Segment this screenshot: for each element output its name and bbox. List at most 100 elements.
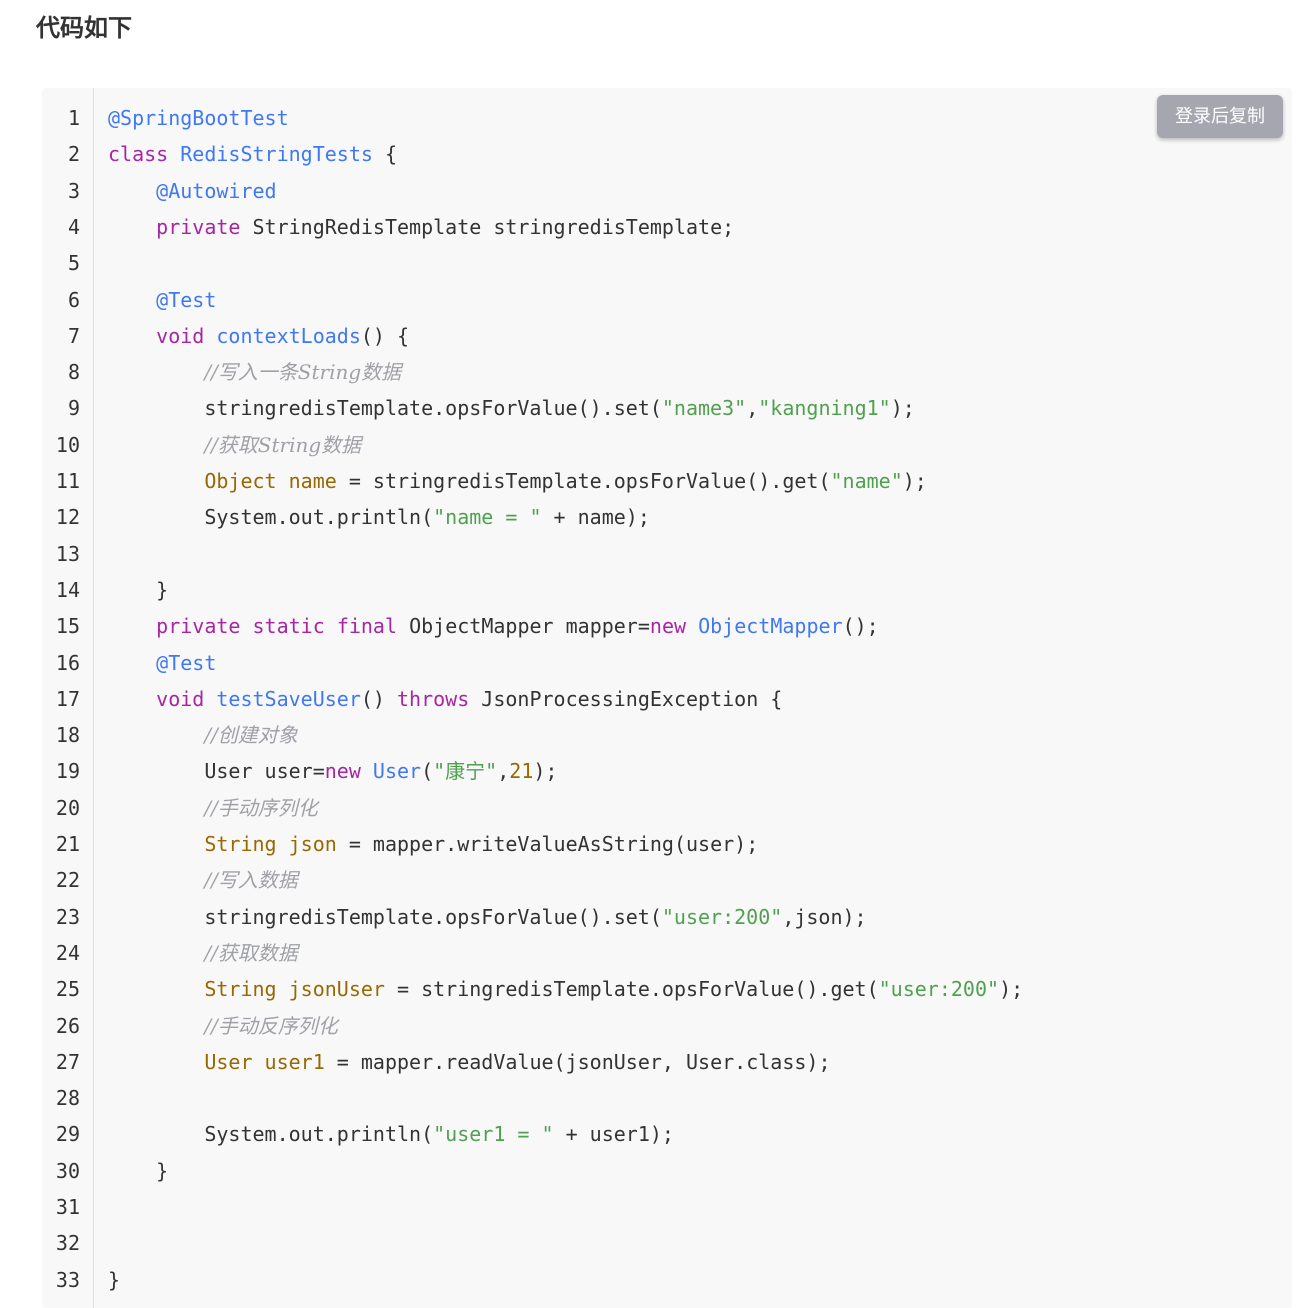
code-token: private bbox=[156, 614, 241, 639]
code-token: "name" bbox=[830, 469, 903, 493]
code-token: ); bbox=[533, 759, 558, 784]
line-number: 10 bbox=[55, 432, 80, 457]
code-line: } bbox=[108, 1153, 168, 1189]
line-number: 32 bbox=[55, 1231, 80, 1256]
code-token: //获取String数据 bbox=[204, 432, 362, 457]
code-token: System.out.println( bbox=[108, 1122, 434, 1147]
code-token: //创建对象 bbox=[204, 723, 298, 748]
code-token: //写入数据 bbox=[204, 868, 298, 893]
line-number: 17 bbox=[55, 686, 80, 711]
code-token: ); bbox=[902, 469, 927, 493]
code-token: () bbox=[360, 686, 398, 711]
line-number: 2 bbox=[67, 142, 80, 167]
code-token: + user1); bbox=[553, 1122, 674, 1147]
code-token: "user:200" bbox=[661, 904, 783, 929]
copy-code-button[interactable]: 登录后复制 bbox=[1157, 95, 1283, 138]
line-number: 1 bbox=[67, 106, 80, 130]
code-token: ); bbox=[890, 396, 915, 421]
code-line: String jsonUser = stringredisTemplate.op… bbox=[108, 971, 1023, 1007]
code-token: //写入一条String数据 bbox=[204, 360, 402, 385]
code-token: Object bbox=[204, 469, 277, 493]
code-token: } bbox=[108, 1267, 121, 1292]
line-number: 28 bbox=[55, 1086, 80, 1111]
code-token: "康宁" bbox=[433, 759, 498, 784]
line-number: 11 bbox=[55, 469, 80, 493]
code-line: void testSaveUser() throws JsonProcessin… bbox=[108, 681, 782, 717]
line-number: 19 bbox=[55, 759, 80, 784]
code-token: User bbox=[204, 1049, 253, 1074]
code-block[interactable]: 1 2 3 4 5 6 7 8 9 10 11 12 13 14 15 16 17 18 19 20 21 22 23 24 2… bbox=[42, 88, 1292, 1308]
line-number: 27 bbox=[55, 1049, 80, 1074]
page-heading: 代码如下 bbox=[36, 14, 132, 42]
code-line: //写入一条String数据 bbox=[108, 354, 401, 390]
line-number: 18 bbox=[55, 723, 80, 748]
line-number: 20 bbox=[55, 795, 80, 820]
code-token: void bbox=[156, 323, 205, 348]
code-token: testSaveUser bbox=[216, 686, 361, 711]
code-line: //手动序列化 bbox=[108, 790, 318, 826]
code-token: new bbox=[649, 614, 687, 639]
line-number: 22 bbox=[55, 868, 80, 893]
code-line: } bbox=[108, 1262, 120, 1298]
code-line: private static final ObjectMapper mapper… bbox=[108, 608, 879, 644]
code-token: //手动序列化 bbox=[204, 795, 318, 820]
code-token: , bbox=[497, 759, 510, 784]
code-token: contextLoads bbox=[216, 323, 361, 348]
code-token: name bbox=[288, 469, 337, 493]
code-token: @Test bbox=[156, 650, 217, 675]
line-number: 33 bbox=[55, 1267, 80, 1292]
code-token: { bbox=[372, 142, 398, 167]
line-number: 16 bbox=[55, 650, 80, 675]
code-token: //手动反序列化 bbox=[204, 1013, 338, 1038]
code-line: User user=new User("康宁",21); bbox=[108, 753, 557, 789]
code-line: stringredisTemplate.opsForValue().set("u… bbox=[108, 899, 866, 935]
line-number: 3 bbox=[67, 178, 80, 203]
code-token: String bbox=[204, 832, 277, 856]
line-number: 14 bbox=[55, 577, 80, 602]
code-token: @Autowired bbox=[156, 178, 277, 203]
code-token: "user1 = " bbox=[433, 1122, 554, 1147]
line-number: 15 bbox=[55, 614, 80, 639]
code-token: System.out.println( bbox=[108, 505, 434, 530]
code-token: static bbox=[252, 614, 325, 639]
code-token: } bbox=[108, 1158, 169, 1183]
code-token: stringredisTemplate.opsForValue().set( bbox=[108, 904, 662, 929]
line-number: 12 bbox=[55, 505, 80, 530]
code-line: System.out.println("name = " + name); bbox=[108, 499, 650, 535]
code-line: @Test bbox=[108, 282, 216, 318]
line-number-gutter: 1 2 3 4 5 6 7 8 9 10 11 12 13 14 15 16 17 18 19 20 21 22 23 24 2… bbox=[42, 88, 94, 1308]
code-line: System.out.println("user1 = " + user1); bbox=[108, 1116, 674, 1152]
code-token: "kangning1" bbox=[758, 396, 891, 421]
code-token: user1 bbox=[264, 1049, 325, 1074]
code-line: //创建对象 bbox=[108, 717, 298, 753]
code-token: void bbox=[156, 686, 205, 711]
code-token: () { bbox=[360, 323, 410, 348]
code-line: @Test bbox=[108, 645, 216, 681]
code-token: jsonUser bbox=[288, 977, 385, 1002]
code-token: ( bbox=[421, 759, 434, 784]
code-line: //获取数据 bbox=[108, 935, 297, 971]
line-number: 26 bbox=[55, 1013, 80, 1038]
code-line: stringredisTemplate.opsForValue().set("n… bbox=[108, 390, 915, 426]
code-token: = mapper.writeValueAsString(user); bbox=[336, 832, 759, 856]
code-token: class bbox=[108, 142, 169, 167]
line-number: 23 bbox=[55, 904, 80, 929]
